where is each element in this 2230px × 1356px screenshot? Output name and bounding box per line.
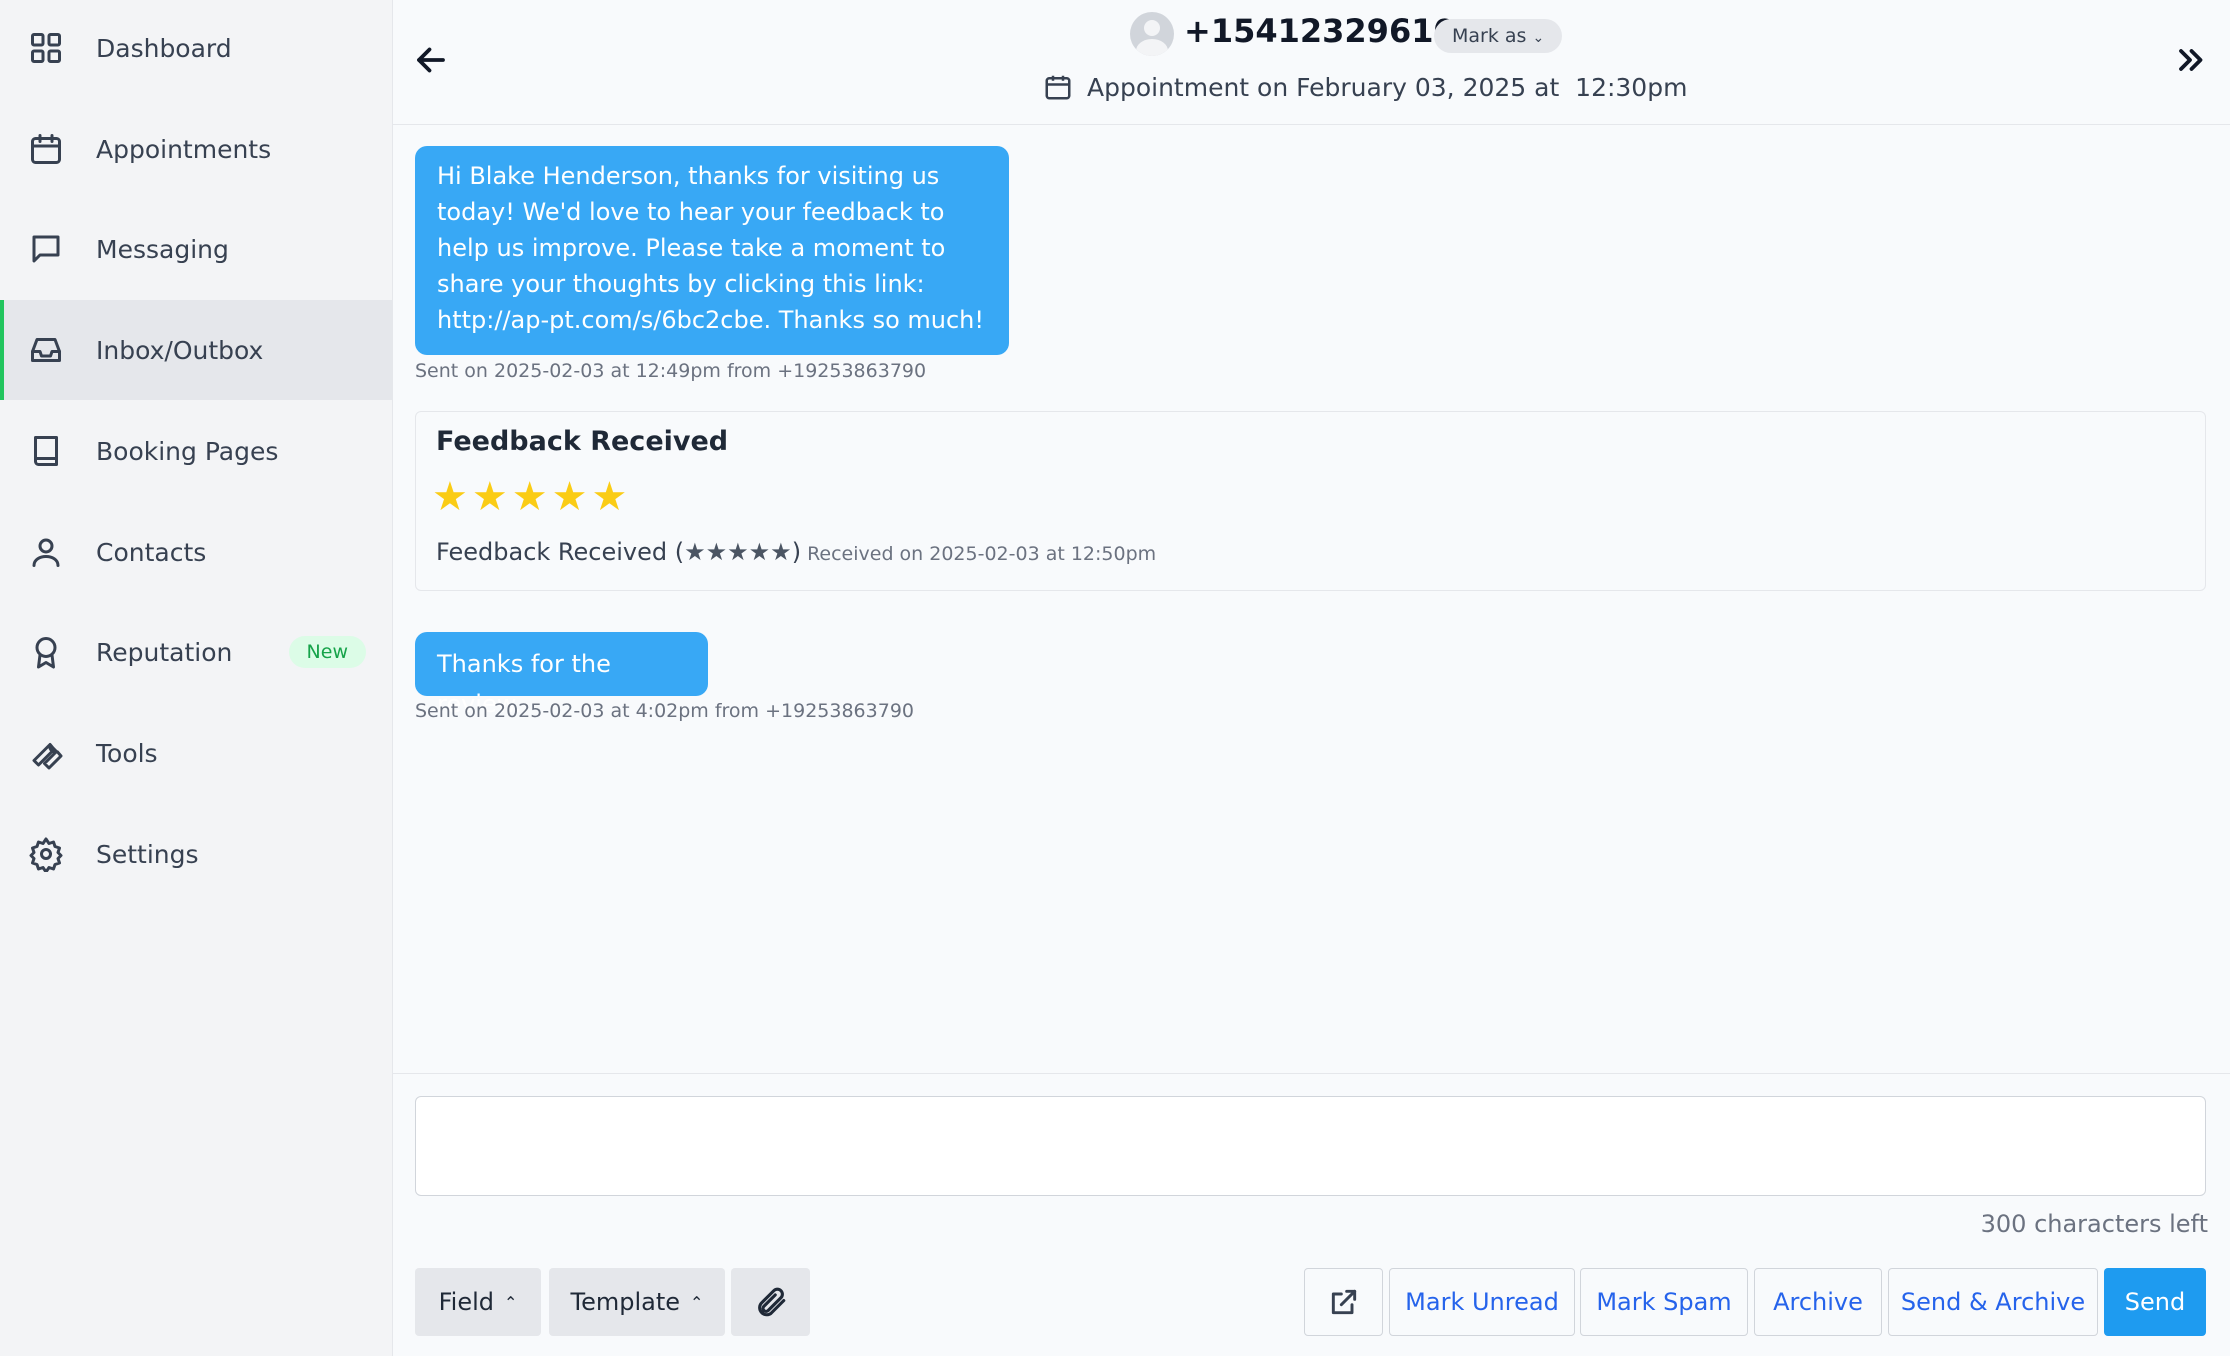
mark-unread-button[interactable]: Mark Unread bbox=[1389, 1268, 1575, 1336]
award-icon bbox=[26, 632, 66, 672]
sidebar-item-settings[interactable]: Settings bbox=[0, 804, 392, 904]
external-link-icon bbox=[1331, 1289, 1356, 1315]
feedback-summary: Feedback Received (★★★★★) Received on 202… bbox=[436, 538, 1156, 566]
message-bubble: Hi Blake Henderson, thanks for visiting … bbox=[415, 146, 1009, 355]
star-rating: ★★★★★ bbox=[432, 474, 632, 520]
feedback-received-time: Received on 2025-02-03 at 12:50pm bbox=[807, 543, 1157, 565]
characters-left: 300 characters left bbox=[1980, 1210, 2208, 1238]
sidebar-item-tools[interactable]: Tools bbox=[0, 703, 392, 803]
mark-as-label: Mark as bbox=[1452, 25, 1527, 47]
avatar bbox=[1130, 12, 1174, 56]
sidebar-item-label: Dashboard bbox=[96, 33, 232, 63]
sidebar-item-messaging[interactable]: Messaging bbox=[0, 199, 392, 299]
sidebar-item-reputation[interactable]: Reputation New bbox=[0, 602, 392, 702]
grid-icon bbox=[26, 28, 66, 68]
sidebar-item-label: Booking Pages bbox=[96, 436, 279, 466]
user-icon bbox=[26, 532, 66, 572]
calendar-icon bbox=[26, 129, 66, 169]
sidebar-item-inbox-outbox[interactable]: Inbox/Outbox bbox=[0, 300, 392, 400]
message-icon bbox=[26, 229, 66, 269]
send-archive-button[interactable]: Send & Archive bbox=[1888, 1268, 2098, 1336]
conversation-header: +15412329610 Mark as ⌄ Appointment on Feb… bbox=[393, 0, 2230, 125]
message-meta: Sent on 2025-02-03 at 4:02pm from +19253… bbox=[415, 700, 915, 722]
arrow-left-icon[interactable] bbox=[413, 42, 449, 78]
sidebar-item-label: Inbox/Outbox bbox=[96, 335, 264, 365]
feedback-summary-suffix: ) bbox=[791, 538, 802, 566]
feedback-card: Feedback Received ★★★★★ Feedback Receive… bbox=[415, 411, 2206, 591]
sidebar-item-label: Appointments bbox=[96, 134, 272, 164]
composer-divider bbox=[393, 1073, 2230, 1074]
attach-button[interactable] bbox=[731, 1268, 810, 1336]
calendar-icon bbox=[1045, 75, 1071, 100]
appointment-info: Appointment on February 03, 2025 at 12:3… bbox=[1043, 72, 1687, 102]
sidebar: Dashboard Appointments Messaging Inbox/O… bbox=[0, 0, 393, 1356]
conversation-panel: +15412329610 Mark as ⌄ Appointment on Feb… bbox=[393, 0, 2230, 1356]
feedback-summary-stars: ★★★★★ bbox=[684, 538, 792, 566]
template-button[interactable]: Template ⌃ bbox=[549, 1268, 725, 1336]
sidebar-item-contacts[interactable]: Contacts bbox=[0, 502, 392, 602]
sidebar-item-label: Tools bbox=[96, 738, 158, 768]
message-bubble: Thanks for the review. bbox=[415, 632, 708, 718]
appointment-text: Appointment on February 03, 2025 at 12:3… bbox=[1087, 72, 1688, 102]
sidebar-item-appointments[interactable]: Appointments bbox=[0, 99, 392, 199]
message-input[interactable] bbox=[415, 1096, 2206, 1196]
gear-icon bbox=[26, 834, 66, 874]
mark-as-dropdown[interactable]: Mark as ⌄ bbox=[1434, 19, 1563, 53]
sidebar-item-label: Contacts bbox=[96, 537, 207, 567]
book-icon bbox=[26, 431, 66, 471]
archive-button[interactable]: Archive bbox=[1754, 1268, 1882, 1336]
feedback-summary-prefix: Feedback Received ( bbox=[436, 538, 685, 566]
sidebar-item-label: Settings bbox=[96, 839, 199, 869]
template-button-label: Template bbox=[570, 1288, 681, 1316]
send-button[interactable]: Send bbox=[2104, 1268, 2206, 1336]
contact-phone: +15412329610 bbox=[1184, 12, 1456, 50]
sidebar-item-booking-pages[interactable]: Booking Pages bbox=[0, 401, 392, 501]
chevron-down-icon: ⌄ bbox=[1532, 30, 1545, 46]
open-external-button[interactable] bbox=[1304, 1268, 1383, 1336]
chevron-up-icon: ⌃ bbox=[504, 1292, 518, 1312]
double-chevron-right-icon[interactable] bbox=[2172, 42, 2208, 78]
new-badge: New bbox=[288, 636, 366, 668]
feedback-title: Feedback Received bbox=[436, 426, 729, 457]
chevron-up-icon: ⌃ bbox=[690, 1292, 704, 1312]
field-button-label: Field bbox=[438, 1288, 494, 1316]
sidebar-item-dashboard[interactable]: Dashboard bbox=[0, 0, 392, 98]
sidebar-item-label: Reputation bbox=[96, 637, 233, 667]
message-meta: Sent on 2025-02-03 at 12:49pm from +1925… bbox=[415, 360, 927, 382]
wrench-icon bbox=[26, 733, 66, 773]
paperclip-icon bbox=[757, 1287, 785, 1317]
mark-spam-button[interactable]: Mark Spam bbox=[1580, 1268, 1748, 1336]
field-button[interactable]: Field ⌃ bbox=[415, 1268, 541, 1336]
inbox-icon bbox=[26, 330, 66, 370]
sidebar-item-label: Messaging bbox=[96, 234, 229, 264]
